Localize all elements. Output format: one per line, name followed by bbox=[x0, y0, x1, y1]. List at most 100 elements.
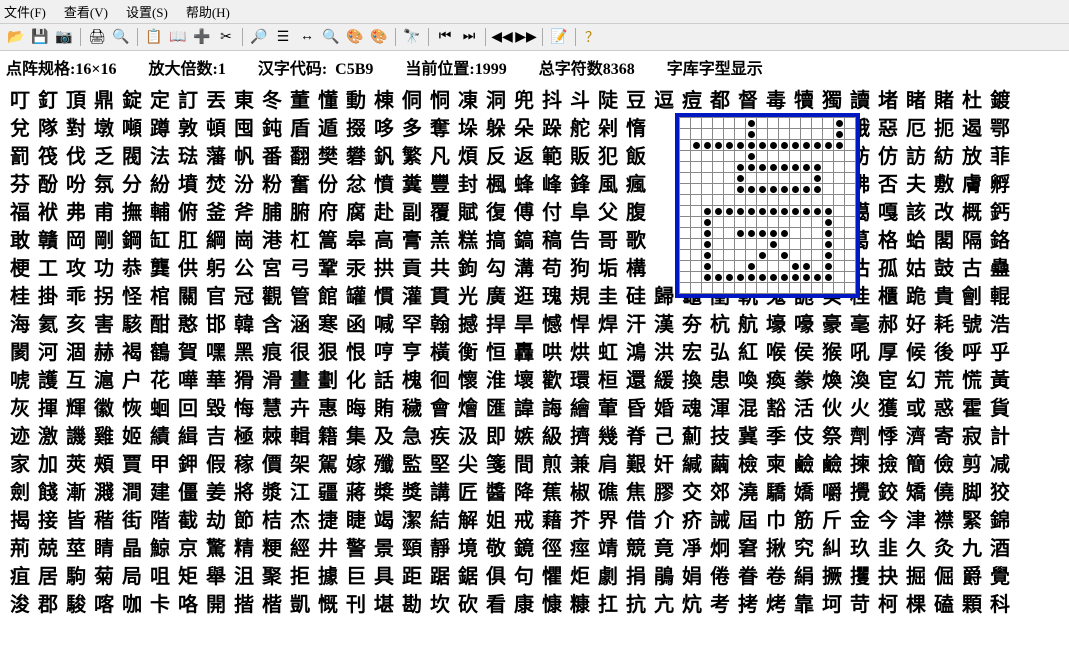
char-cell[interactable]: 斤 bbox=[818, 507, 846, 535]
char-cell[interactable]: 規 bbox=[566, 283, 594, 311]
char-cell[interactable]: 回 bbox=[174, 395, 202, 423]
char-cell[interactable]: 借 bbox=[622, 507, 650, 535]
char-cell[interactable]: 憨 bbox=[174, 311, 202, 339]
char-cell[interactable]: 憾 bbox=[538, 311, 566, 339]
char-cell[interactable]: 好 bbox=[902, 311, 930, 339]
char-cell[interactable]: 姬 bbox=[118, 423, 146, 451]
char-cell[interactable]: 獲 bbox=[874, 395, 902, 423]
char-cell[interactable]: 袱 bbox=[34, 199, 62, 227]
char-cell[interactable]: 拱 bbox=[370, 255, 398, 283]
char-cell[interactable]: 劍 bbox=[6, 479, 34, 507]
char-cell[interactable]: 歸 bbox=[650, 283, 678, 311]
char-cell[interactable]: 紅 bbox=[734, 339, 762, 367]
char-cell[interactable]: 悔 bbox=[230, 395, 258, 423]
char-cell[interactable]: 脊 bbox=[622, 423, 650, 451]
char-cell[interactable]: 莖 bbox=[62, 535, 90, 563]
char-cell[interactable]: 冬 bbox=[258, 87, 286, 115]
char-cell[interactable]: 鄂 bbox=[986, 115, 1014, 143]
char-cell[interactable]: 蔣 bbox=[342, 479, 370, 507]
char-cell[interactable]: 甲 bbox=[146, 451, 174, 479]
char-cell[interactable]: 柯 bbox=[874, 591, 902, 619]
char-cell[interactable]: 復 bbox=[482, 199, 510, 227]
char-cell[interactable]: 該 bbox=[902, 199, 930, 227]
char-cell[interactable]: 卡 bbox=[146, 591, 174, 619]
char-cell[interactable]: 海 bbox=[6, 311, 34, 339]
char-cell[interactable]: 滬 bbox=[90, 367, 118, 395]
char-cell[interactable]: 逛 bbox=[510, 283, 538, 311]
char-cell[interactable]: 酚 bbox=[34, 171, 62, 199]
char-cell[interactable]: 計 bbox=[986, 423, 1014, 451]
char-cell[interactable]: 凈 bbox=[678, 535, 706, 563]
char-cell[interactable]: 揮 bbox=[34, 395, 62, 423]
char-cell[interactable]: 犯 bbox=[594, 143, 622, 171]
char-cell[interactable]: 杜 bbox=[958, 87, 986, 115]
char-cell[interactable]: 邯 bbox=[202, 311, 230, 339]
char-cell[interactable]: 賈 bbox=[118, 451, 146, 479]
char-cell[interactable]: 靜 bbox=[426, 535, 454, 563]
char-cell[interactable]: 豁 bbox=[762, 395, 790, 423]
char-cell[interactable]: 砍 bbox=[454, 591, 482, 619]
char-cell[interactable]: 氦 bbox=[34, 311, 62, 339]
char-cell[interactable]: 撼 bbox=[454, 311, 482, 339]
char-cell[interactable]: 晶 bbox=[118, 535, 146, 563]
char-cell[interactable]: 輔 bbox=[146, 199, 174, 227]
char-cell[interactable]: 翻 bbox=[286, 143, 314, 171]
char-cell[interactable]: 廣 bbox=[482, 283, 510, 311]
char-cell[interactable]: 蠱 bbox=[986, 255, 1014, 283]
char-cell[interactable]: 敷 bbox=[930, 171, 958, 199]
char-cell[interactable]: 怪 bbox=[118, 283, 146, 311]
char-cell[interactable]: 尖 bbox=[454, 451, 482, 479]
char-cell[interactable]: 蹲 bbox=[146, 115, 174, 143]
char-cell[interactable]: 鈣 bbox=[986, 199, 1014, 227]
char-cell[interactable]: 稭 bbox=[90, 507, 118, 535]
char-cell[interactable]: 厄 bbox=[902, 115, 930, 143]
char-cell[interactable]: 家 bbox=[6, 451, 34, 479]
char-cell[interactable]: 宦 bbox=[874, 367, 902, 395]
char-cell[interactable]: 舵 bbox=[566, 115, 594, 143]
char-cell[interactable]: 喀 bbox=[90, 591, 118, 619]
char-cell[interactable]: 喉 bbox=[762, 339, 790, 367]
char-cell[interactable]: 徊 bbox=[426, 367, 454, 395]
char-cell[interactable]: 槐 bbox=[398, 367, 426, 395]
char-cell[interactable]: 晦 bbox=[342, 395, 370, 423]
char-cell[interactable]: 朵 bbox=[510, 115, 538, 143]
char-cell[interactable]: 介 bbox=[650, 507, 678, 535]
char-cell[interactable]: 莢 bbox=[62, 451, 90, 479]
char-cell[interactable]: 徑 bbox=[538, 535, 566, 563]
char-cell[interactable]: 嫉 bbox=[510, 423, 538, 451]
char-cell[interactable]: 荊 bbox=[6, 535, 34, 563]
char-cell[interactable]: 斗 bbox=[566, 87, 594, 115]
char-cell[interactable]: 褐 bbox=[118, 339, 146, 367]
char-cell[interactable]: 箋 bbox=[482, 451, 510, 479]
char-cell[interactable]: 黃 bbox=[986, 367, 1014, 395]
char-cell[interactable]: 誨 bbox=[538, 395, 566, 423]
char-cell[interactable]: 敬 bbox=[482, 535, 510, 563]
char-cell[interactable]: 鴻 bbox=[622, 339, 650, 367]
char-cell[interactable]: 降 bbox=[510, 479, 538, 507]
char-cell[interactable]: 汞 bbox=[342, 255, 370, 283]
char-cell[interactable]: 嘿 bbox=[202, 339, 230, 367]
char-cell[interactable]: 幾 bbox=[594, 423, 622, 451]
char-cell[interactable]: 換 bbox=[678, 367, 706, 395]
char-cell[interactable]: 宮 bbox=[258, 255, 286, 283]
char-cell[interactable]: 搞 bbox=[482, 227, 510, 255]
char-cell[interactable]: 勘 bbox=[398, 591, 426, 619]
char-cell[interactable]: 磕 bbox=[930, 591, 958, 619]
char-cell[interactable]: 孵 bbox=[986, 171, 1014, 199]
char-cell[interactable]: 恒 bbox=[482, 339, 510, 367]
char-cell[interactable]: 呼 bbox=[958, 339, 986, 367]
char-cell[interactable]: 薊 bbox=[678, 423, 706, 451]
char-cell[interactable]: 康 bbox=[510, 591, 538, 619]
char-cell[interactable]: 法 bbox=[146, 143, 174, 171]
char-cell[interactable]: 拷 bbox=[734, 591, 762, 619]
char-cell[interactable]: 究 bbox=[790, 535, 818, 563]
char-cell[interactable]: 架 bbox=[286, 451, 314, 479]
char-cell[interactable]: 芬 bbox=[6, 171, 34, 199]
char-cell[interactable]: 哼 bbox=[370, 339, 398, 367]
char-cell[interactable]: 焚 bbox=[202, 171, 230, 199]
char-cell[interactable]: 峰 bbox=[538, 171, 566, 199]
char-cell[interactable]: 冀 bbox=[734, 423, 762, 451]
char-cell[interactable]: 梗 bbox=[6, 255, 34, 283]
char-cell[interactable]: 赴 bbox=[370, 199, 398, 227]
menu-view[interactable]: 查看(V) bbox=[64, 2, 108, 21]
